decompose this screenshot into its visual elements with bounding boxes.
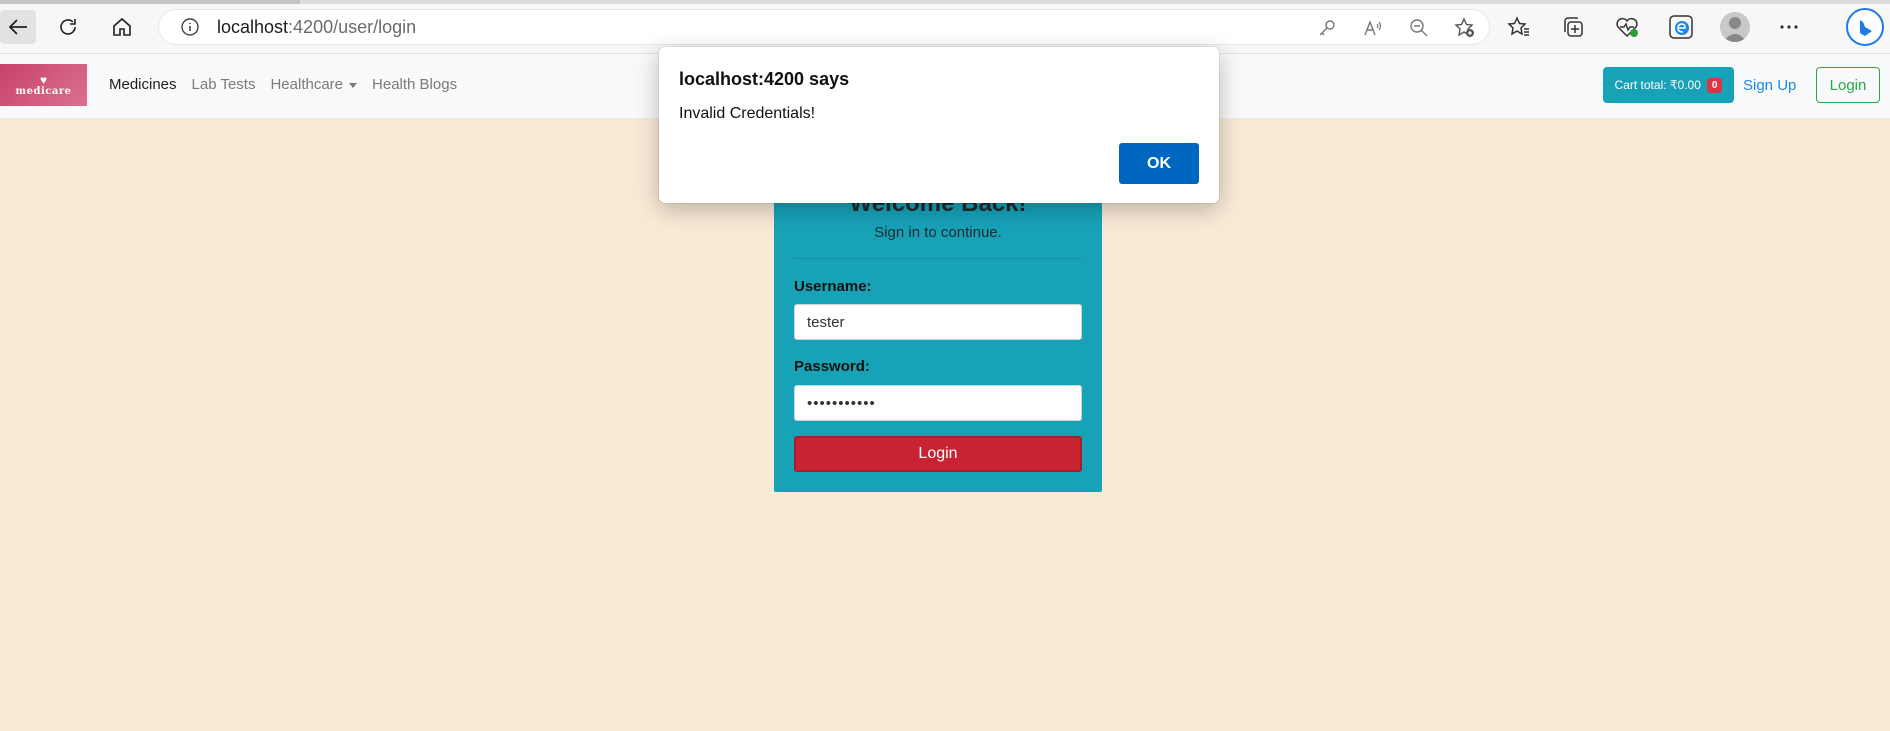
logo-heart-icon: ♥ (39, 72, 48, 87)
avatar (1720, 12, 1750, 42)
nav-dropdown-healthcare[interactable]: Healthcare (270, 76, 358, 93)
login-card: Welcome Back! Sign in to continue. Usern… (774, 190, 1102, 492)
nav-link-medicines[interactable]: Medicines (109, 76, 177, 93)
dialog-message: Invalid Credentials! (679, 105, 816, 122)
url-text[interactable]: localhost:4200/user/login (217, 17, 416, 38)
nav-links: Medicines Lab Tests Healthcare Health Bl… (109, 76, 457, 93)
divider (794, 258, 1082, 259)
cart-button[interactable]: Cart total: ₹0.00 0 (1603, 67, 1734, 103)
browser-tools (1504, 12, 1804, 42)
login-subtitle: Sign in to continue. (874, 224, 1002, 241)
back-button[interactable] (0, 10, 36, 44)
tab-edge (0, 0, 300, 4)
add-favorite-icon[interactable] (1453, 16, 1477, 40)
tab-strip (0, 0, 1890, 4)
more-icon[interactable] (1774, 12, 1804, 42)
password-label: Password: (794, 358, 870, 375)
cart-total-label: Cart total: ₹0.00 (1614, 78, 1701, 92)
dialog-title: localhost:4200 says (679, 69, 850, 89)
chevron-down-icon (349, 82, 358, 88)
zoom-out-icon[interactable] (1407, 16, 1431, 40)
cart-count-badge: 0 (1706, 77, 1723, 93)
back-arrow-icon (8, 19, 27, 35)
address-bar-actions (1315, 16, 1477, 40)
logo-text: medicare (15, 85, 72, 97)
bing-button[interactable] (1846, 8, 1884, 46)
profile-icon[interactable] (1720, 12, 1750, 42)
nav-link-health-blogs[interactable]: Health Blogs (372, 76, 457, 93)
edge-icon[interactable] (1666, 12, 1696, 42)
read-aloud-icon[interactable] (1361, 16, 1385, 40)
home-button[interactable] (104, 10, 140, 44)
username-label: Username: (794, 278, 872, 295)
site-logo[interactable]: ♥ medicare (0, 64, 87, 106)
url-path: :4200/user/login (288, 16, 417, 37)
username-input[interactable]: tester (794, 304, 1082, 340)
url-host: localhost (217, 16, 289, 37)
info-icon[interactable] (179, 16, 201, 38)
home-icon (113, 17, 131, 36)
reload-button[interactable] (50, 10, 86, 44)
login-nav-button[interactable]: Login (1816, 67, 1880, 103)
nav-link-lab-tests[interactable]: Lab Tests (192, 76, 256, 93)
signup-link[interactable]: Sign Up (1743, 77, 1796, 94)
bing-icon (1860, 17, 1872, 36)
key-icon[interactable] (1315, 16, 1339, 40)
password-input[interactable]: ••••••••••• (794, 385, 1082, 421)
alert-dialog: localhost:4200 says Invalid Credentials!… (659, 47, 1219, 203)
address-bar[interactable]: localhost:4200/user/login (158, 9, 1490, 45)
browser-toolbar: localhost:4200/user/login (0, 0, 1890, 54)
reload-icon (60, 19, 76, 35)
browser-essentials-icon[interactable] (1612, 12, 1642, 42)
collections-icon[interactable] (1558, 12, 1588, 42)
ok-button[interactable]: OK (1119, 143, 1199, 184)
nav-link-healthcare: Healthcare (270, 76, 344, 93)
login-submit-button[interactable]: Login (794, 436, 1082, 472)
favorites-icon[interactable] (1504, 12, 1534, 42)
